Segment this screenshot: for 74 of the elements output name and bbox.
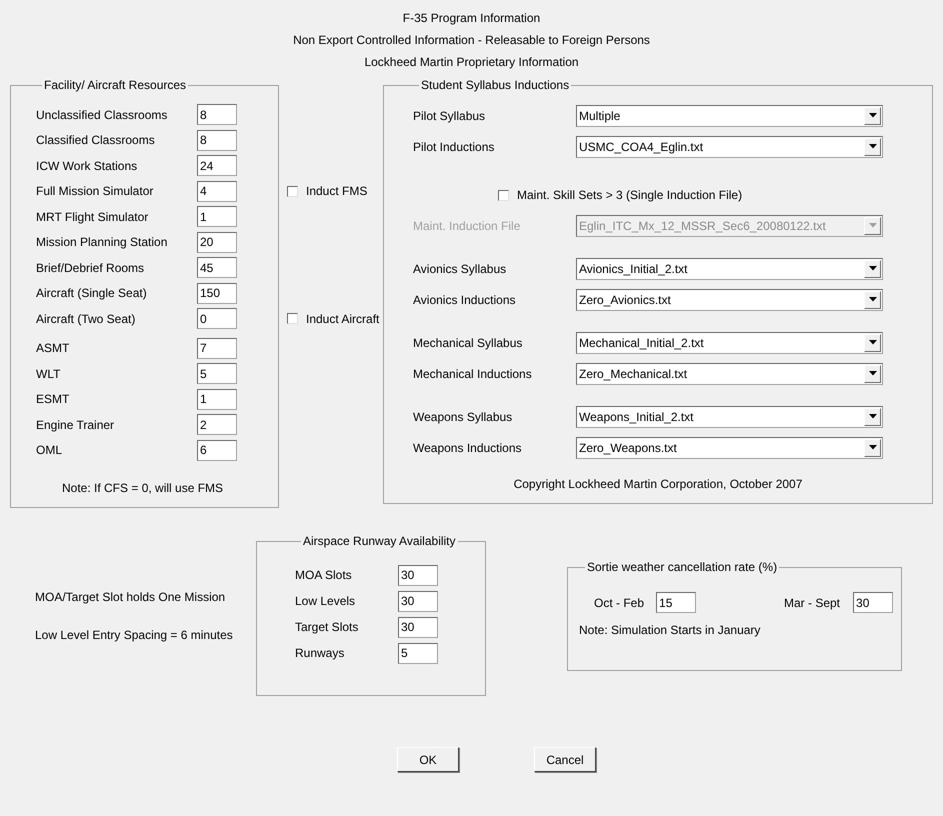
field-label: Maint. Induction File — [413, 218, 522, 232]
field-label: ESMT — [36, 392, 70, 406]
field-label: Runways — [295, 646, 346, 660]
field-label: WLT — [36, 366, 62, 381]
field-label: Target Slots — [295, 620, 360, 634]
field-label: Mechanical Syllabus — [413, 336, 524, 350]
field-label: Aircraft (Two Seat) — [36, 312, 136, 326]
input-field[interactable]: 0 — [197, 308, 237, 330]
field-label: ASMT — [36, 341, 70, 356]
note-text: Note: If CFS = 0, will use FMS — [62, 481, 224, 495]
input-field[interactable]: 20 — [197, 232, 237, 253]
note-text: MOA/Target Slot holds One Mission — [35, 590, 226, 604]
checkbox[interactable]: Induct Aircraft — [287, 312, 380, 326]
input-field[interactable]: 30 — [398, 590, 438, 612]
field-label: Aircraft (Single Seat) — [36, 286, 148, 300]
input-field[interactable]: 30 — [398, 564, 438, 586]
group-title: Airspace Runway Availability — [302, 534, 457, 548]
field-label: Weapons Syllabus — [413, 410, 514, 424]
field-label: Avionics Syllabus — [413, 262, 508, 276]
note-text: Low Level Entry Spacing = 6 minutes — [35, 628, 234, 642]
field-label: Mechanical Inductions — [413, 366, 533, 380]
field-label: Low Levels — [295, 594, 356, 608]
field-label: MOA Slots — [295, 568, 353, 582]
header-text: F-35 Program Information — [402, 10, 540, 26]
dropdown[interactable]: Zero_Avionics.txt — [576, 288, 883, 310]
checkbox[interactable]: Maint. Skill Sets > 3 (Single Induction File) — [498, 188, 742, 202]
copyright-text: Copyright Lockheed Martin Corporation, October 2007 — [514, 477, 802, 491]
field-label: ICW Work Stations — [36, 158, 138, 173]
dropdown[interactable]: Zero_Mechanical.txt — [576, 362, 883, 384]
dropdown[interactable]: Mechanical_Initial_2.txt — [576, 332, 883, 354]
input-field[interactable]: 6 — [197, 440, 237, 461]
input-field[interactable]: 30 — [853, 592, 894, 613]
input-field[interactable]: 1 — [197, 388, 237, 410]
field-label: OML — [36, 443, 64, 458]
input-field[interactable]: 1 — [197, 206, 237, 228]
note-text: Note: Simulation Starts in January — [579, 623, 762, 637]
header-text: Lockheed Martin Proprietary Information — [364, 54, 579, 70]
input-field[interactable]: 30 — [398, 616, 438, 638]
field-label: Mission Planning Station — [36, 235, 168, 250]
group-title: Sortie weather cancellation rate (%) — [586, 560, 778, 574]
dropdown[interactable]: Weapons_Initial_2.txt — [576, 406, 883, 428]
dropdown[interactable]: Multiple — [576, 104, 883, 126]
input-field[interactable]: 45 — [197, 257, 237, 278]
group-title: Student Syllabus Inductions — [420, 78, 570, 92]
checkbox[interactable]: Induct FMS — [287, 184, 368, 198]
input-field[interactable]: 5 — [398, 642, 438, 664]
field-label: MRT Flight Simulator — [36, 210, 150, 224]
input-field[interactable]: 4 — [197, 180, 237, 202]
input-field[interactable]: 5 — [197, 363, 237, 384]
ok-button[interactable]: OK — [397, 747, 459, 772]
input-field[interactable]: 24 — [197, 155, 237, 176]
field-label: Weapons Inductions — [413, 440, 523, 454]
input-field[interactable]: 7 — [197, 338, 237, 359]
field-label: Engine Trainer — [36, 418, 116, 432]
cancel-button[interactable]: Cancel — [534, 747, 596, 772]
field-label: Unclassified Classrooms — [36, 108, 168, 122]
header-text: Non Export Controlled Information - Releasable to Foreign Persons — [293, 32, 650, 48]
field-label: Full Mission Simulator — [36, 184, 154, 198]
input-field[interactable]: 150 — [197, 282, 237, 304]
field-label: Oct - Feb — [594, 596, 644, 610]
field-label: Avionics Inductions — [413, 292, 517, 306]
dropdown[interactable]: Avionics_Initial_2.txt — [576, 258, 883, 280]
group-title: Facility/ Aircraft Resources — [43, 78, 188, 92]
input-field[interactable]: 15 — [656, 592, 696, 613]
dropdown[interactable]: Zero_Weapons.txt — [576, 436, 883, 458]
field-label: Brief/Debrief Rooms — [36, 260, 146, 275]
input-field[interactable]: 8 — [197, 104, 237, 126]
field-label: Pilot Syllabus — [413, 108, 486, 122]
input-field[interactable]: 2 — [197, 414, 237, 436]
field-label: Mar - Sept — [784, 596, 840, 610]
field-label: Pilot Inductions — [413, 140, 496, 154]
field-label: Classified Classrooms — [36, 133, 156, 148]
input-field[interactable]: 8 — [197, 130, 237, 151]
dropdown[interactable]: USMC_COA4_Eglin.txt — [576, 136, 883, 158]
